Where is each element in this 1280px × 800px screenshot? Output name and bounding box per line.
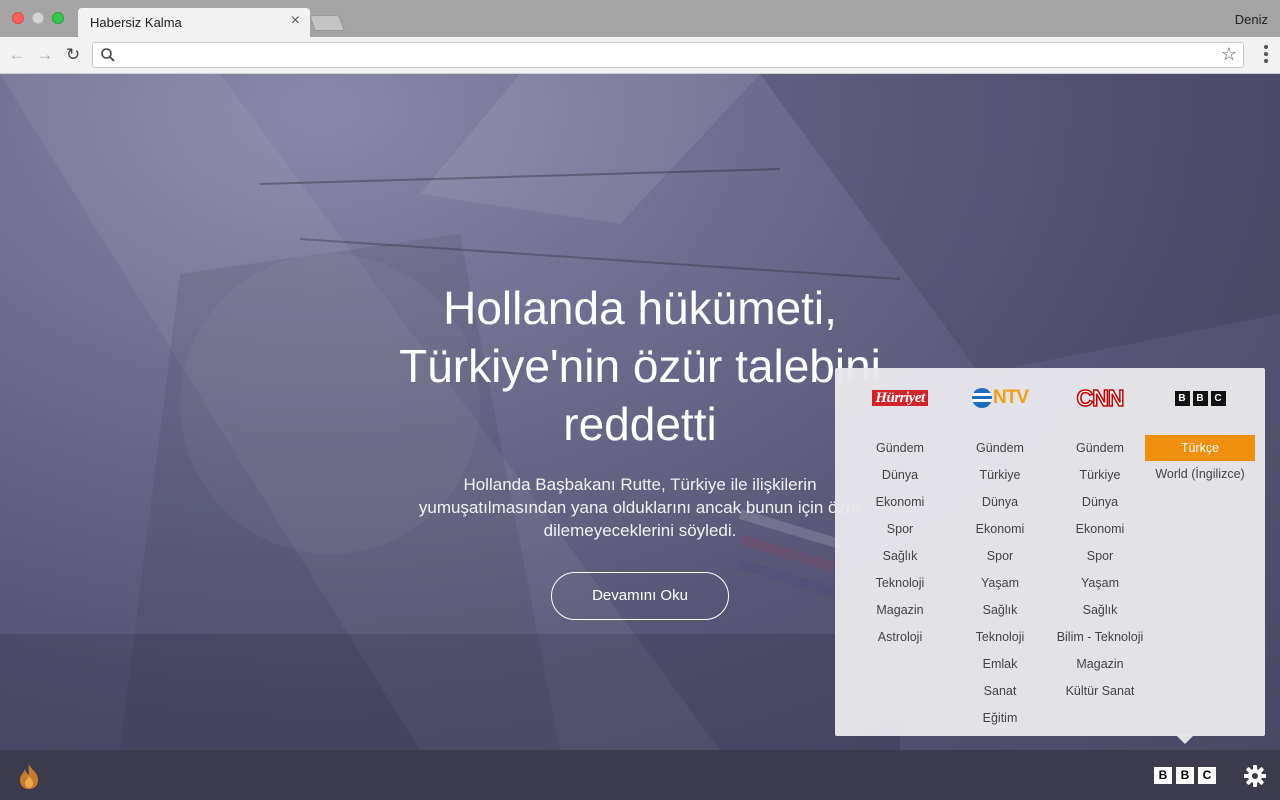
source-column-hurriyet: Hürriyet Gündem Dünya Ekonomi Spor Sağlı…	[850, 368, 950, 651]
hurriyet-logo[interactable]: Hürriyet	[850, 368, 950, 428]
address-bar[interactable]: ☆	[92, 42, 1244, 68]
flame-icon[interactable]	[14, 762, 44, 790]
current-source-button[interactable]: B B C	[1154, 767, 1216, 784]
category-link[interactable]: Magazin	[1050, 651, 1150, 678]
bbc-logo-letter: B	[1192, 390, 1208, 406]
source-column-cnn: CNN Gündem Türkiye Dünya Ekonomi Spor Ya…	[1050, 368, 1150, 705]
back-arrow-icon[interactable]: ←	[6, 44, 28, 66]
ntv-logo[interactable]: NTV	[950, 368, 1050, 428]
bbc-logo-letter: B	[1154, 767, 1172, 784]
tab-title: Habersiz Kalma	[90, 15, 182, 30]
ntv-logo-text: NTV	[993, 387, 1029, 408]
category-link[interactable]: Sağlık	[1050, 597, 1150, 624]
bbc-logo[interactable]: B B C	[1150, 368, 1250, 428]
category-link[interactable]: Bilim - Teknoloji	[1050, 624, 1150, 651]
category-link[interactable]: Yaşam	[1050, 570, 1150, 597]
category-link[interactable]: Gündem	[1050, 435, 1150, 462]
category-link[interactable]: Teknoloji	[850, 570, 950, 597]
tab-close-icon[interactable]: ×	[291, 13, 300, 29]
category-link[interactable]: Teknoloji	[950, 624, 1050, 651]
category-link[interactable]: Dünya	[850, 462, 950, 489]
search-icon	[101, 48, 115, 62]
bottom-bar: B B C	[0, 750, 1280, 800]
category-link[interactable]: Magazin	[850, 597, 950, 624]
maximize-window-button[interactable]	[52, 12, 64, 24]
category-link[interactable]: Ekonomi	[950, 516, 1050, 543]
source-column-ntv: NTV Gündem Türkiye Dünya Ekonomi Spor Ya…	[950, 368, 1050, 732]
category-link[interactable]: Ekonomi	[850, 489, 950, 516]
browser-tab[interactable]: Habersiz Kalma ×	[78, 8, 310, 37]
reload-icon[interactable]: ↻	[62, 44, 84, 66]
cnn-logo[interactable]: CNN	[1050, 368, 1150, 428]
category-link[interactable]: Astroloji	[850, 624, 950, 651]
category-link[interactable]: Yaşam	[950, 570, 1050, 597]
browser-menu-icon[interactable]	[1264, 45, 1268, 65]
close-window-button[interactable]	[12, 12, 24, 24]
category-link[interactable]: Dünya	[950, 489, 1050, 516]
bbc-logo-letter: C	[1210, 390, 1226, 406]
category-link[interactable]: Spor	[850, 516, 950, 543]
category-link[interactable]: Gündem	[850, 435, 950, 462]
browser-tab-bar: Habersiz Kalma × Deniz	[0, 0, 1280, 37]
bbc-logo-letter: B	[1174, 390, 1190, 406]
category-link[interactable]: Sanat	[950, 678, 1050, 705]
category-link[interactable]: Ekonomi	[1050, 516, 1150, 543]
ntv-globe-icon	[972, 388, 992, 408]
read-more-button[interactable]: Devamını Oku	[551, 572, 729, 620]
panel-pointer	[1176, 735, 1194, 744]
category-link[interactable]: Gündem	[950, 435, 1050, 462]
category-link[interactable]: Kültür Sanat	[1050, 678, 1150, 705]
address-input[interactable]	[121, 45, 1211, 65]
category-link[interactable]: Türkiye	[1050, 462, 1150, 489]
category-link[interactable]: Spor	[1050, 543, 1150, 570]
category-link[interactable]: Spor	[950, 543, 1050, 570]
category-link[interactable]: World (İngilizce)	[1150, 461, 1250, 488]
minimize-window-button[interactable]	[32, 12, 44, 24]
category-link-active[interactable]: Türkçe	[1145, 435, 1255, 461]
bbc-logo-letter: C	[1198, 767, 1216, 784]
hurriyet-logo-text: Hürriyet	[872, 390, 928, 406]
source-selector-panel: Hürriyet Gündem Dünya Ekonomi Spor Sağlı…	[835, 368, 1265, 736]
settings-gear-icon[interactable]	[1244, 765, 1266, 787]
category-link[interactable]: Dünya	[1050, 489, 1150, 516]
bookmark-star-icon[interactable]: ☆	[1221, 44, 1237, 65]
category-link[interactable]: Türkiye	[950, 462, 1050, 489]
cnn-logo-text: CNN	[1076, 384, 1125, 412]
source-column-bbc: B B C Türkçe World (İngilizce)	[1145, 368, 1255, 488]
category-link[interactable]: Sağlık	[850, 543, 950, 570]
browser-toolbar: ← → ↻ ☆	[0, 37, 1280, 74]
forward-arrow-icon[interactable]: →	[34, 44, 56, 66]
category-link[interactable]: Eğitim	[950, 705, 1050, 732]
new-tab-button[interactable]	[309, 15, 345, 31]
category-link[interactable]: Emlak	[950, 651, 1050, 678]
profile-name[interactable]: Deniz	[1235, 12, 1268, 27]
bbc-logo-letter: B	[1176, 767, 1194, 784]
category-link[interactable]: Sağlık	[950, 597, 1050, 624]
